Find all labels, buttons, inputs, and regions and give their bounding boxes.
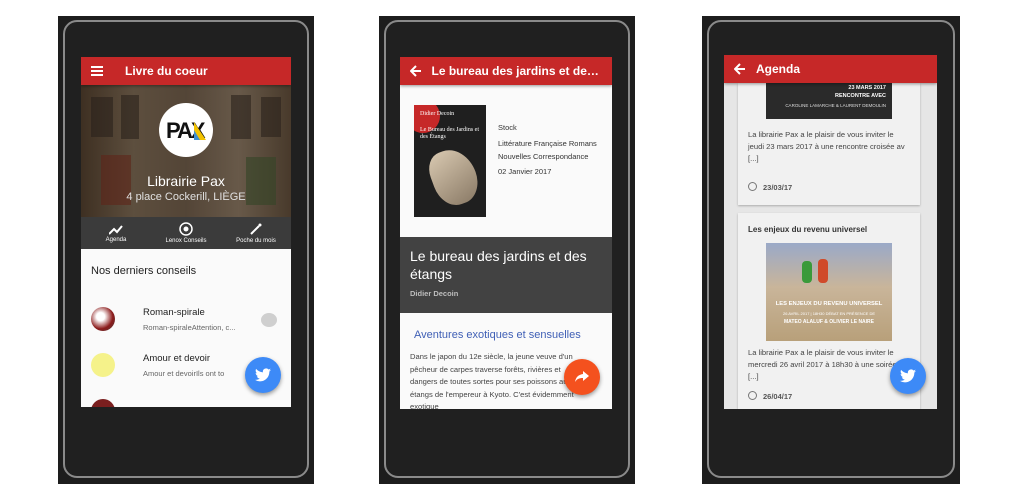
clock-icon xyxy=(748,182,757,191)
menu-icon[interactable] xyxy=(81,66,113,76)
shop-name: Librairie Pax xyxy=(147,173,225,189)
back-arrow-icon[interactable] xyxy=(400,65,431,77)
item-subtitle: Roman-spiraleAttention, c... xyxy=(143,323,236,332)
app-bar: Livre du coeur xyxy=(81,57,291,85)
event-title: Les enjeux du revenu universel xyxy=(748,225,868,234)
shop-address: 4 place Cockerill, LIÈGE xyxy=(126,191,246,203)
app-bar: Agenda xyxy=(724,55,937,83)
phone-frame-1: Livre du coeur PAX Librairie Pax 4 place… xyxy=(58,16,314,484)
twitter-button[interactable] xyxy=(245,357,281,393)
section-title: Nos derniers conseils xyxy=(91,265,197,277)
tab-agenda[interactable]: Agenda xyxy=(81,217,151,249)
cover-author: Didier Decoin xyxy=(420,111,455,117)
twitter-icon xyxy=(255,368,271,382)
event-date-text: 26/04/17 xyxy=(763,392,793,401)
collection: Nouvelles Correspondance xyxy=(498,152,589,161)
publisher: Stock xyxy=(498,123,517,132)
screen-livre-du-coeur: Livre du coeur PAX Librairie Pax 4 place… xyxy=(81,57,291,407)
screen-book-detail: Le bureau des jardins et des ... Didier … xyxy=(400,57,612,409)
event-image: 23 MARS 2017 RENCONTRE AVEC CAROLINE LAM… xyxy=(766,83,892,119)
genre: Littérature Française Romans xyxy=(498,139,597,148)
magic-wand-icon xyxy=(249,222,263,238)
review-heading: Aventures exotiques et sensuelles xyxy=(414,329,581,341)
tab-poche-du-mois[interactable]: Poche du mois xyxy=(221,217,291,249)
phone-frame-3: Agenda 23 MARS 2017 RENCONTRE AVEC CAROL… xyxy=(702,16,960,484)
avatar xyxy=(91,307,115,331)
event-image-caption: 26 AVRIL 2017 | 18H30 DÉBAT EN PRÉSENCE … xyxy=(782,311,876,316)
avatar xyxy=(91,353,115,377)
avatar xyxy=(91,399,115,407)
screen-agenda: Agenda 23 MARS 2017 RENCONTRE AVEC CAROL… xyxy=(724,55,937,409)
shop-logo: PAX xyxy=(159,103,213,157)
event-card[interactable]: 23 MARS 2017 RENCONTRE AVEC CAROLINE LAM… xyxy=(738,83,920,205)
event-image-caption: 23 MARS 2017 xyxy=(848,85,886,91)
tab-label: Poche du mois xyxy=(236,238,276,244)
aperture-icon xyxy=(179,222,193,238)
cover-title: Le Bureau des Jardins et des Étangs xyxy=(420,127,479,140)
release-date: 02 Janvier 2017 xyxy=(498,167,552,176)
trending-icon xyxy=(108,224,123,237)
app-title: Le bureau des jardins et des ... xyxy=(431,64,607,78)
event-image-caption: RENCONTRE AVEC xyxy=(834,93,886,99)
event-description: La librairie Pax a le plaisir de vous in… xyxy=(748,348,903,381)
share-button[interactable] xyxy=(564,359,600,395)
tab-label: Lenox Conseils xyxy=(165,238,207,244)
event-image-caption: CAROLINE LAMARCHE & LAURENT DEMOULIN xyxy=(785,103,886,108)
koi-illustration xyxy=(423,143,485,211)
event-date: 26/04/17 xyxy=(748,391,792,401)
phone-frame-2: Le bureau des jardins et des ... Didier … xyxy=(379,16,635,484)
book-title: Le bureau des jardins et des étangs xyxy=(410,248,587,282)
list-item[interactable] xyxy=(81,393,291,407)
app-bar: Le bureau des jardins et des ... xyxy=(400,57,612,85)
share-arrow-icon xyxy=(575,371,589,382)
hero-banner: PAX Librairie Pax 4 place Cockerill, LIÈ… xyxy=(81,85,291,217)
item-subtitle: Amour et devoirIls ont to xyxy=(143,369,225,378)
back-arrow-icon[interactable] xyxy=(724,63,756,75)
book-author: Didier Decoin xyxy=(410,289,459,298)
comment-icon[interactable] xyxy=(261,313,277,327)
event-image: LES ENJEUX DU REVENU UNIVERSEL 26 AVRIL … xyxy=(766,243,892,341)
app-title: Livre du coeur xyxy=(125,64,208,78)
list-item[interactable]: Roman-spirale Roman-spiraleAttention, c.… xyxy=(81,301,291,341)
event-description: La librairie Pax a le plaisir de vous in… xyxy=(748,130,905,163)
review-text: Dans le japon du 12e siècle, la jeune ve… xyxy=(410,352,574,409)
tab-lenox-conseils[interactable]: Lenox Conseils xyxy=(151,217,221,249)
book-title-band: Le bureau des jardins et des étangs Didi… xyxy=(400,237,612,313)
twitter-icon xyxy=(900,369,916,383)
twitter-button[interactable] xyxy=(890,358,926,394)
clock-icon xyxy=(748,391,757,400)
item-title: Roman-spirale xyxy=(143,307,205,318)
app-title: Agenda xyxy=(756,62,801,76)
item-title: Amour et devoir xyxy=(143,353,211,364)
event-image-caption: LES ENJEUX DU REVENU UNIVERSEL xyxy=(775,301,883,307)
event-image-caption: MATEO ALALUF & OLIVIER LE NAIRE xyxy=(784,319,874,325)
event-date: 23/03/17 xyxy=(748,182,792,192)
event-date-text: 23/03/17 xyxy=(763,183,793,192)
tab-bar: Agenda Lenox Conseils Poche du mois xyxy=(81,217,291,249)
tab-label: Agenda xyxy=(105,236,127,243)
book-cover: Didier Decoin Le Bureau des Jardins et d… xyxy=(414,105,486,217)
